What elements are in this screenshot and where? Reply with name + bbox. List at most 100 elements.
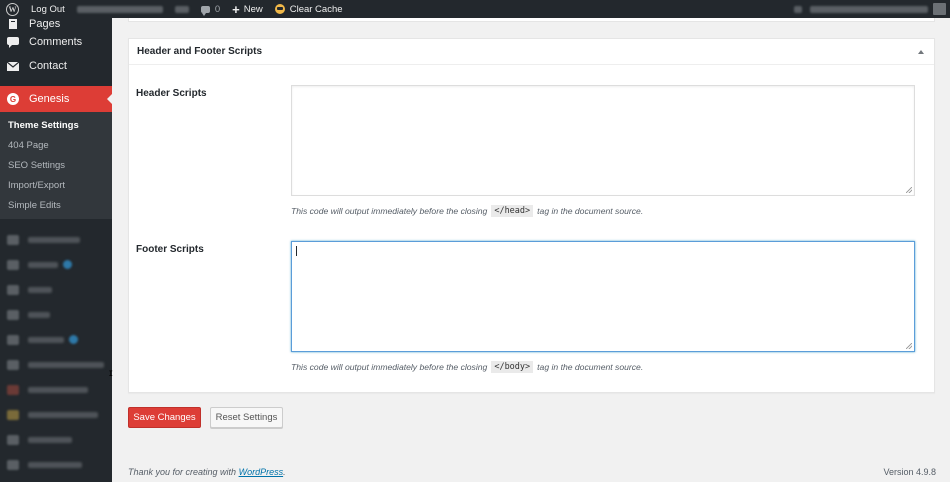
submenu-item-simple-edits[interactable]: Simple Edits — [0, 195, 112, 215]
admin-sidebar: Pages Comments Contact G Genesis Theme S… — [0, 18, 112, 482]
sidebar-item-redacted[interactable] — [0, 277, 112, 302]
site-name-menu[interactable] — [71, 0, 169, 18]
redacted-label — [28, 286, 52, 293]
submenu-item-404-page[interactable]: 404 Page — [0, 135, 112, 155]
redacted-icon — [7, 234, 19, 245]
sidebar-item-pages[interactable]: Pages — [0, 18, 112, 30]
update-badge — [63, 260, 72, 269]
sidebar-item-label: Genesis — [29, 93, 70, 105]
header-scripts-label: Header Scripts — [136, 88, 207, 99]
footer-thanks-text: Thank you for creating with — [128, 467, 237, 477]
logout-label: Log Out — [31, 3, 65, 15]
new-content-menu[interactable]: + New — [226, 0, 269, 18]
sidebar-item-redacted[interactable] — [0, 227, 112, 252]
sidebar-item-redacted[interactable] — [0, 377, 112, 402]
logout-link[interactable]: Log Out — [25, 0, 71, 18]
footer-scripts-textarea[interactable] — [291, 241, 915, 352]
redacted-icon — [7, 459, 19, 470]
collapse-toggle-icon[interactable] — [918, 49, 924, 54]
redacted-icon — [7, 334, 19, 345]
header-footer-scripts-metabox: Header and Footer Scripts Header Scripts… — [128, 38, 935, 393]
header-scripts-description: This code will output immediately before… — [291, 205, 643, 217]
comments-menu[interactable]: 0 — [195, 0, 226, 18]
wp-logo-menu[interactable]: W — [0, 0, 25, 18]
sidebar-item-redacted[interactable] — [0, 452, 112, 477]
sidebar-item-label: Contact — [29, 60, 67, 72]
comments-icon — [7, 36, 19, 48]
wordpress-logo-icon: W — [6, 2, 19, 16]
sidebar-item-genesis[interactable]: G Genesis — [0, 86, 112, 112]
cache-icon — [274, 4, 285, 14]
sidebar-item-redacted[interactable] — [0, 352, 112, 377]
redacted-icon — [7, 434, 19, 445]
plus-icon: + — [232, 1, 240, 17]
redacted-label — [28, 361, 104, 368]
comments-count: 0 — [214, 3, 221, 15]
sidebar-item-redacted[interactable] — [0, 427, 112, 452]
sidebar-item-redacted[interactable] — [0, 402, 112, 427]
redacted-icon — [7, 259, 19, 270]
footer-period: . — [283, 467, 286, 477]
mouse-text-cursor-icon: ɪ — [109, 368, 113, 379]
redacted-label — [28, 461, 82, 468]
desc-text: tag in the document source. — [537, 206, 644, 216]
new-label: New — [243, 3, 263, 15]
footer-scripts-description: This code will output immediately before… — [291, 361, 643, 373]
sidebar-item-label: Pages — [29, 18, 61, 30]
clear-cache-label: Clear Cache — [289, 3, 343, 15]
metabox-header[interactable]: Header and Footer Scripts — [129, 39, 934, 65]
redacted-label — [28, 386, 88, 393]
redacted-icon — [7, 384, 19, 395]
genesis-submenu: Theme Settings 404 Page SEO Settings Imp… — [0, 112, 112, 219]
footer-thankyou: Thank you for creating with WordPress. — [128, 467, 286, 477]
footer-scripts-label: Footer Scripts — [136, 244, 204, 255]
redacted-icon — [7, 409, 19, 420]
submenu-item-import-export[interactable]: Import/Export — [0, 175, 112, 195]
avatar — [933, 3, 946, 15]
redacted-icon — [7, 309, 19, 320]
sidebar-item-redacted[interactable] — [0, 327, 112, 352]
clear-cache-menu[interactable]: Clear Cache — [269, 0, 349, 18]
comment-bubble-icon — [200, 5, 210, 16]
sidebar-item-contact[interactable]: Contact — [0, 54, 112, 78]
account-icon-redacted — [794, 5, 802, 13]
previous-metabox-edge — [128, 18, 935, 22]
header-scripts-textarea[interactable] — [291, 85, 915, 196]
desc-text: This code will output immediately before… — [291, 206, 488, 216]
sidebar-item-comments[interactable]: Comments — [0, 30, 112, 54]
head-tag-code: </head> — [491, 205, 534, 217]
metabox-title: Header and Footer Scripts — [137, 46, 263, 57]
resize-handle-icon[interactable] — [906, 187, 912, 193]
desc-text: tag in the document source. — [537, 362, 644, 372]
site-name-redacted — [76, 5, 163, 13]
account-name-redacted — [810, 5, 928, 13]
admin-bar: W Log Out 0 + New Clear Cache — [0, 0, 950, 18]
redacted-icon — [7, 284, 19, 295]
envelope-icon — [7, 60, 19, 72]
updates-redacted — [174, 5, 189, 13]
text-caret — [296, 246, 297, 256]
pages-icon — [7, 19, 19, 29]
body-tag-code: </body> — [491, 361, 534, 373]
redacted-icon — [7, 359, 19, 370]
my-account-menu[interactable] — [788, 0, 950, 18]
update-badge — [69, 335, 78, 344]
genesis-icon: G — [7, 93, 19, 105]
sidebar-item-redacted[interactable] — [0, 252, 112, 277]
resize-handle-icon[interactable] — [906, 343, 912, 349]
wordpress-link[interactable]: WordPress — [239, 467, 284, 477]
redacted-label — [28, 236, 80, 243]
redacted-label — [28, 436, 72, 443]
footer-version: Version 4.9.8 — [883, 467, 936, 477]
reset-settings-button[interactable]: Reset Settings — [210, 407, 283, 428]
redacted-label — [28, 261, 58, 268]
sidebar-item-redacted[interactable] — [0, 302, 112, 327]
submenu-item-seo-settings[interactable]: SEO Settings — [0, 155, 112, 175]
redacted-label — [28, 311, 50, 318]
sidebar-item-label: Comments — [29, 36, 83, 48]
redacted-label — [28, 336, 64, 343]
submenu-item-theme-settings[interactable]: Theme Settings — [0, 115, 112, 135]
updates-menu[interactable] — [169, 0, 195, 18]
save-changes-button[interactable]: Save Changes — [128, 407, 201, 428]
redacted-label — [28, 411, 98, 418]
